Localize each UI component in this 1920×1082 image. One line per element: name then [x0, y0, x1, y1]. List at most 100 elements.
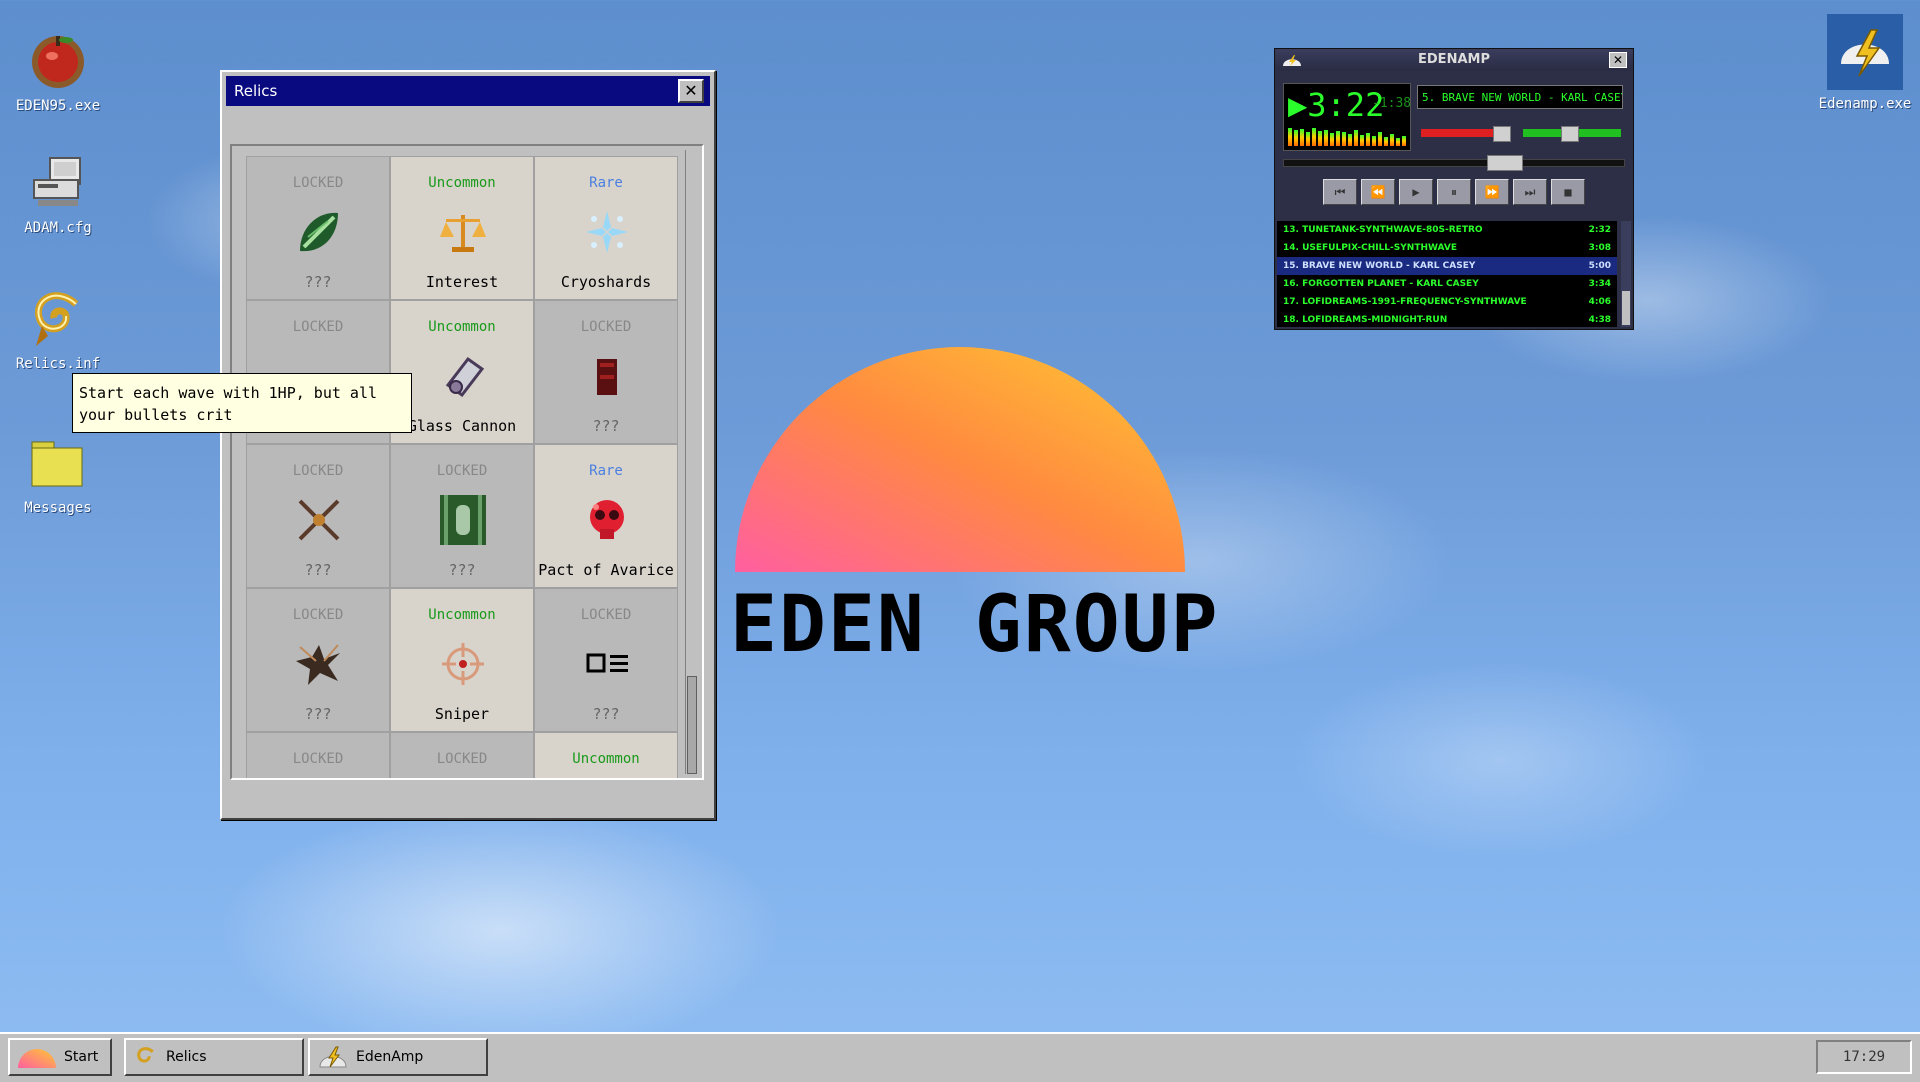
close-button[interactable]: ✕: [678, 79, 704, 103]
playlist-item[interactable]: 17. LOFIDREAMS-1991-FREQUENCY-SYNTHWAVE 4…: [1277, 293, 1617, 311]
eden-sun-logo: [735, 347, 1185, 572]
relic-cell[interactable]: Uncommon Interest: [390, 156, 534, 300]
transport-controls: ⏮ ⏪ ▶ ⏸ ⏩ ⏭ ■: [1323, 179, 1585, 205]
red-skull-icon: [582, 495, 632, 545]
brand-title: EDEN GROUP: [730, 580, 1220, 670]
relic-rarity: LOCKED: [292, 463, 344, 479]
next-track-button[interactable]: ⏭: [1513, 179, 1547, 205]
playlist-scrollbar[interactable]: [1621, 221, 1631, 327]
volume-knob[interactable]: [1493, 126, 1511, 142]
playlist-item[interactable]: 18. LOFIDREAMS-MIDNIGHT-RUN 4:38: [1277, 311, 1617, 327]
red-block-icon: [582, 351, 632, 401]
lightning-icon: [1827, 14, 1903, 90]
sun-icon: [18, 1049, 56, 1068]
taskbar-clock: 17:29: [1816, 1040, 1912, 1074]
relic-rarity: Rare: [589, 463, 623, 479]
relic-cell[interactable]: LOCKED???: [246, 588, 390, 732]
start-label: Start: [64, 1049, 99, 1065]
relic-cell[interactable]: Rare Cryoshards: [534, 156, 678, 300]
relics-window[interactable]: Relics ✕ LOCKED??? Uncommon Interest Rare Cr…: [220, 70, 716, 820]
relic-rarity: Uncommon: [428, 319, 496, 335]
relics-grid-frame: LOCKED??? Uncommon Interest Rare Cryoshards L…: [230, 144, 704, 780]
pause-button[interactable]: ⏸: [1437, 179, 1471, 205]
relic-cell[interactable]: LOCKED???: [534, 300, 678, 444]
desktop-icon-relics-inf[interactable]: Relics.inf: [8, 286, 108, 372]
relic-rarity: LOCKED: [580, 319, 632, 335]
relic-rarity: LOCKED: [436, 463, 488, 479]
start-button[interactable]: Start: [8, 1038, 112, 1076]
relic-cell[interactable]: Uncommon Sniper: [390, 588, 534, 732]
playlist-item-selected[interactable]: 15. BRAVE NEW WORLD - KARL CASEY 5:00: [1277, 257, 1617, 275]
relic-name: ???: [592, 705, 620, 723]
prev-track-button[interactable]: ⏮: [1323, 179, 1357, 205]
desktop-icon-label: Edenamp.exe: [1818, 96, 1912, 112]
relic-name: Pact of Avarice: [538, 561, 674, 579]
visualizer: [1288, 128, 1406, 146]
time-display: ▶3:22 -1:38: [1283, 83, 1411, 151]
relic-rarity: LOCKED: [292, 319, 344, 335]
relic-rarity: LOCKED: [292, 751, 344, 767]
relic-name: Interest: [425, 273, 499, 291]
edenamp-window[interactable]: EDENAMP ✕ ▶3:22 -1:38 5. BRAVE NEW WORLD…: [1274, 48, 1634, 330]
green-door-icon: [438, 495, 488, 545]
desktop-icon-edenamp[interactable]: Edenamp.exe: [1815, 14, 1915, 112]
relic-cell[interactable]: LOCKED???: [246, 444, 390, 588]
play-button[interactable]: ▶: [1399, 179, 1433, 205]
taskbar-item-relics[interactable]: Relics: [124, 1038, 304, 1076]
desktop-icon-messages[interactable]: Messages: [8, 430, 108, 516]
scales-icon: [438, 207, 488, 257]
taskbar-item-label: Relics: [166, 1049, 207, 1065]
relic-cell[interactable]: LOCKED???: [390, 444, 534, 588]
desktop-icon-label: EDEN95.exe: [15, 98, 101, 114]
relic-cell[interactable]: Rare Pact of Avarice: [534, 444, 678, 588]
close-button[interactable]: ✕: [1609, 52, 1627, 68]
relic-name: Glass Cannon: [407, 417, 517, 435]
box-lines-icon: [582, 639, 632, 689]
playlist-item[interactable]: 16. FORGOTTEN PLANET - KARL CASEY 3:34: [1277, 275, 1617, 293]
elapsed-time: ▶3:22: [1288, 86, 1385, 124]
relic-rarity: LOCKED: [580, 607, 632, 623]
shatter-icon: [294, 639, 344, 689]
taskbar-item-label: EdenAmp: [356, 1049, 424, 1065]
rewind-button[interactable]: ⏪: [1361, 179, 1395, 205]
playlist: 13. TUNETANK-SYNTHWAVE-80S-RETRO 2:32 14.…: [1277, 221, 1617, 327]
relic-rarity: LOCKED: [436, 751, 488, 767]
swirl-icon: [26, 286, 90, 350]
apple-icon: [26, 28, 90, 92]
crosshair-icon: [438, 639, 488, 689]
scrollbar-thumb[interactable]: [687, 676, 697, 774]
fast-forward-button[interactable]: ⏩: [1475, 179, 1509, 205]
relic-name: ???: [304, 273, 332, 291]
desktop-icon-eden95[interactable]: EDEN95.exe: [8, 28, 108, 114]
seek-knob[interactable]: [1487, 155, 1523, 171]
taskbar: Start Relics EdenAmp 17:29: [0, 1032, 1920, 1082]
taskbar-item-edenamp[interactable]: EdenAmp: [308, 1038, 488, 1076]
edenamp-title: EDENAMP: [1418, 52, 1490, 67]
playlist-item[interactable]: 13. TUNETANK-SYNTHWAVE-80S-RETRO 2:32: [1277, 221, 1617, 239]
relic-cell[interactable]: LOCKED: [246, 732, 390, 778]
relic-cell[interactable]: LOCKED???: [246, 156, 390, 300]
stop-button[interactable]: ■: [1551, 179, 1585, 205]
edenamp-titlebar[interactable]: EDENAMP ✕: [1275, 49, 1633, 71]
relic-cell[interactable]: Uncommon: [534, 732, 678, 778]
lightning-icon: [319, 1046, 347, 1068]
swirl-icon: [137, 1047, 154, 1063]
relics-grid: LOCKED??? Uncommon Interest Rare Cryoshards L…: [246, 156, 678, 778]
seek-bar[interactable]: [1283, 159, 1625, 167]
desktop-icon-adam-cfg[interactable]: ADAM.cfg: [8, 150, 108, 236]
cannon-icon: [438, 351, 488, 401]
relic-cell[interactable]: LOCKED: [390, 732, 534, 778]
desktop-icon-label: Messages: [24, 500, 92, 516]
relics-titlebar[interactable]: Relics ✕: [226, 76, 710, 106]
balance-knob[interactable]: [1561, 126, 1579, 142]
vertical-scrollbar[interactable]: [685, 150, 698, 774]
relic-name: Cryoshards: [560, 273, 652, 291]
scrollbar-thumb[interactable]: [1622, 291, 1630, 325]
relic-name: ???: [304, 705, 332, 723]
playlist-item[interactable]: 14. USEFULPIX-CHILL-SYNTHWAVE 3:08: [1277, 239, 1617, 257]
leaf-icon: [294, 207, 344, 257]
relic-name: ???: [304, 561, 332, 579]
relic-name: ???: [592, 417, 620, 435]
relic-name: ???: [448, 561, 476, 579]
relic-cell[interactable]: LOCKED???: [534, 588, 678, 732]
